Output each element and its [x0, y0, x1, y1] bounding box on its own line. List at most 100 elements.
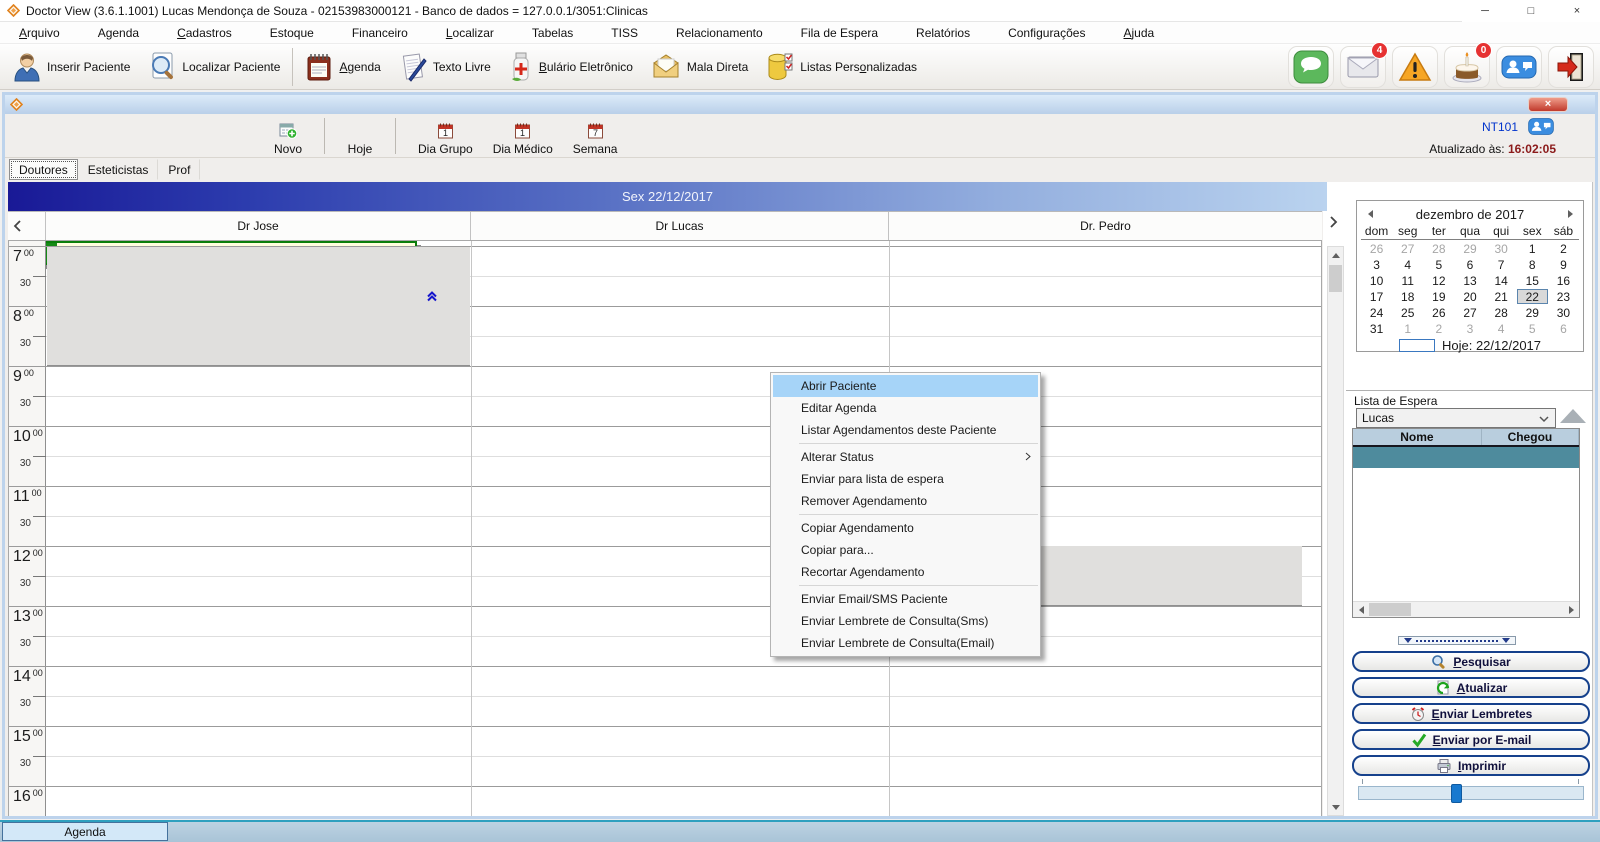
calendar-day[interactable]: 1 [1517, 241, 1548, 256]
context-menu-recortar-agendamento[interactable]: Recortar Agendamento [771, 561, 1040, 583]
context-menu-enviar-para-lista-de-espera[interactable]: Enviar para lista de espera [771, 468, 1040, 490]
agenda-toolbar-hoje[interactable]: Hoje [337, 116, 383, 156]
calendar-day[interactable]: 4 [1486, 321, 1517, 336]
scroll-left-icon[interactable] [1353, 602, 1369, 617]
hour-row-9[interactable]: 90030 [9, 366, 1321, 426]
action-button-imprimir[interactable]: Imprimir [1352, 755, 1590, 776]
menu-ajuda[interactable]: Ajuda [1104, 23, 1173, 43]
hour-row-14[interactable]: 140030 [9, 666, 1321, 726]
calendar-day[interactable]: 4 [1392, 257, 1423, 272]
waiting-list-hscrollbar[interactable] [1353, 601, 1579, 617]
calendar-day[interactable]: 27 [1454, 305, 1485, 320]
hour-row-16[interactable]: 160030 [9, 786, 1321, 816]
menu-estoque[interactable]: Estoque [251, 23, 333, 43]
calendar-day[interactable]: 2 [1548, 241, 1579, 256]
action-button-atualizar[interactable]: Atualizar [1352, 677, 1590, 698]
toolbar-localizar-paciente[interactable]: Localizar Paciente [139, 46, 289, 88]
menu-cadastros[interactable]: Cadastros [158, 23, 251, 43]
calendar-day[interactable]: 16 [1548, 273, 1579, 288]
action-button-enviar-por-e-mail[interactable]: Enviar por E-mail [1352, 729, 1590, 750]
waiting-list-collapse-icon[interactable] [1560, 409, 1586, 423]
calendar-day[interactable]: 28 [1423, 241, 1454, 256]
calendar-day[interactable]: 20 [1454, 289, 1485, 304]
agenda-toolbar-dia-medico[interactable]: 1Dia Médico [483, 116, 563, 156]
calendar-day[interactable]: 2 [1423, 321, 1454, 336]
calendar-day-selected[interactable]: 22 [1517, 289, 1548, 304]
calendar-day[interactable]: 17 [1361, 289, 1392, 304]
action-button-enviar-lembretes[interactable]: Enviar Lembretes [1352, 703, 1590, 724]
context-menu-editar-agenda[interactable]: Editar Agenda [771, 397, 1040, 419]
column-header-dr-pedro[interactable]: Dr. Pedro [888, 212, 1322, 240]
calendar-day[interactable]: 6 [1454, 257, 1485, 272]
toolbar-mala-direta[interactable]: Mala Direta [642, 46, 757, 88]
calendar-day[interactable]: 3 [1454, 321, 1485, 336]
menu-financeiro[interactable]: Financeiro [333, 23, 427, 43]
calendar-day[interactable]: 6 [1548, 321, 1579, 336]
calendar-day[interactable]: 25 [1392, 305, 1423, 320]
prev-column-arrow-icon[interactable] [13, 220, 21, 232]
menu-localizar[interactable]: Localizar [427, 23, 513, 43]
toolbar-texto-livre[interactable]: Texto Livre [390, 46, 500, 88]
action-button-pesquisar[interactable]: Pesquisar [1352, 651, 1590, 672]
calendar-day[interactable]: 28 [1486, 305, 1517, 320]
calendar-day[interactable]: 24 [1361, 305, 1392, 320]
context-menu-enviar-lembrete-de-consulta-sms[interactable]: Enviar Lembrete de Consulta(Sms) [771, 610, 1040, 632]
menu-tabelas[interactable]: Tabelas [513, 23, 592, 43]
calendar-day[interactable]: 5 [1517, 321, 1548, 336]
calendar-day[interactable]: 5 [1423, 257, 1454, 272]
context-menu-copiar-agendamento[interactable]: Copiar Agendamento [771, 517, 1040, 539]
context-menu-enviar-email-sms-paciente[interactable]: Enviar Email/SMS Paciente [771, 588, 1040, 610]
calendar-day[interactable]: 26 [1423, 305, 1454, 320]
agenda-window-close-button[interactable]: × [1528, 97, 1568, 112]
column-header-dr-lucas[interactable]: Dr Lucas [470, 212, 888, 240]
context-menu-alterar-status[interactable]: Alterar Status [771, 446, 1040, 468]
calendar-day[interactable]: 3 [1361, 257, 1392, 272]
waiting-list-dropdown[interactable]: Lucas [1356, 408, 1556, 428]
hour-row-10[interactable]: 100030 [9, 426, 1321, 486]
tab-doutores[interactable]: Doutores [9, 159, 78, 180]
agenda-toolbar-dia-grupo[interactable]: 1Dia Grupo [408, 116, 483, 156]
zoom-slider[interactable] [1358, 786, 1584, 800]
calendar-day[interactable]: 29 [1454, 241, 1485, 256]
toolbar-inserir-paciente[interactable]: Inserir Paciente [4, 46, 139, 88]
menu-tiss[interactable]: TISS [592, 23, 657, 43]
calendar-day[interactable]: 19 [1423, 289, 1454, 304]
calendar-day[interactable]: 15 [1517, 273, 1548, 288]
contacts-button[interactable] [1496, 46, 1542, 88]
maximize-button[interactable]: □ [1508, 0, 1554, 22]
agenda-toolbar-novo[interactable]: Novo [264, 116, 312, 156]
agenda-toolbar-semana[interactable]: 7Semana [563, 116, 628, 156]
messages-button[interactable] [1288, 46, 1334, 88]
tab-prof[interactable]: Prof [158, 159, 200, 180]
menu-configuracoes[interactable]: Configurações [989, 23, 1104, 43]
collapse-up-icon[interactable] [426, 291, 438, 302]
menu-arquivo[interactable]: Arquivo [0, 23, 79, 43]
calendar-day[interactable]: 7 [1486, 257, 1517, 272]
calendar-day[interactable]: 8 [1517, 257, 1548, 272]
tab-esteticistas[interactable]: Esteticistas [78, 159, 159, 180]
close-button[interactable]: × [1554, 0, 1600, 22]
waiting-list-col-chegou[interactable]: Chegou [1482, 429, 1579, 445]
calendar-day[interactable]: 11 [1392, 273, 1423, 288]
taskbar-tab-agenda[interactable]: Agenda [2, 822, 168, 841]
schedule-grid[interactable]: 7003080030900301000301100301200301300301… [8, 241, 1322, 816]
calendar-day[interactable]: 10 [1361, 273, 1392, 288]
zoom-slider-thumb[interactable] [1451, 784, 1462, 803]
scrollbar-thumb[interactable] [1329, 265, 1342, 292]
waiting-list-col-nome[interactable]: Nome [1353, 429, 1482, 445]
menu-relacionamento[interactable]: Relacionamento [657, 23, 782, 43]
exit-button[interactable] [1548, 46, 1594, 88]
calendar-day[interactable]: 9 [1548, 257, 1579, 272]
alerts-button[interactable] [1392, 46, 1438, 88]
today-label[interactable]: Hoje: 22/12/2017 [1442, 338, 1541, 353]
hour-row-15[interactable]: 150030 [9, 726, 1321, 786]
column-header-dr-jose[interactable]: Dr Jose [45, 212, 470, 240]
menu-relatorios[interactable]: Relatórios [897, 23, 989, 43]
calendar-day[interactable]: 26 [1361, 241, 1392, 256]
calendar-day[interactable]: 12 [1423, 273, 1454, 288]
scroll-down-icon[interactable] [1328, 799, 1343, 815]
calendar-day[interactable]: 30 [1548, 305, 1579, 320]
schedule-vertical-scrollbar[interactable] [1327, 246, 1344, 816]
minimize-button[interactable]: ─ [1462, 0, 1508, 22]
scroll-right-icon[interactable] [1563, 602, 1579, 617]
